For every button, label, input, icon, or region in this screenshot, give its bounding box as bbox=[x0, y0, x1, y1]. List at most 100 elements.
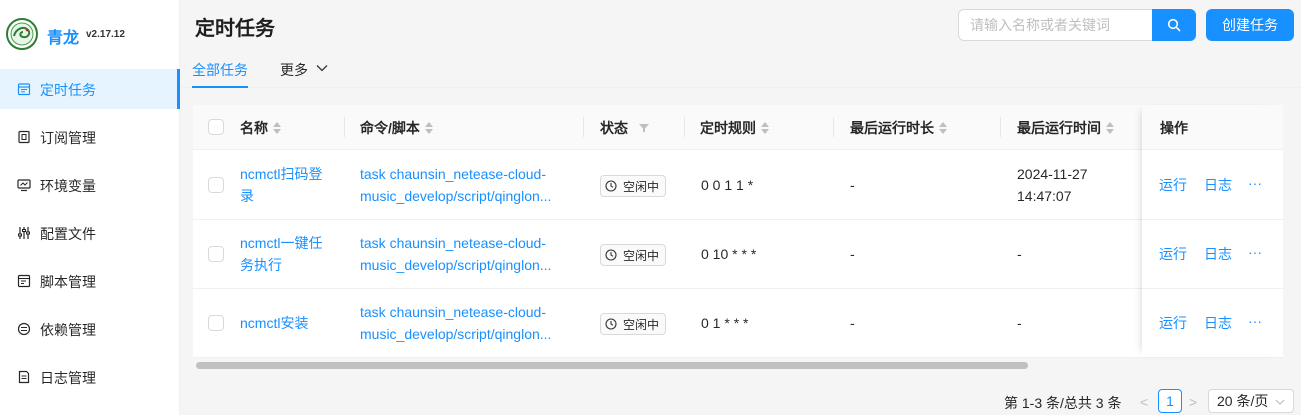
page-title: 定时任务 bbox=[195, 18, 275, 40]
column-header-label: 命令/脚本 bbox=[360, 119, 420, 136]
column-divider bbox=[684, 117, 685, 137]
column-header-label: 名称 bbox=[240, 119, 268, 136]
chevron-down-icon bbox=[1275, 399, 1285, 405]
column-divider bbox=[833, 117, 834, 137]
sort-icon[interactable] bbox=[273, 121, 281, 134]
sliders-icon bbox=[18, 227, 30, 239]
status-badge: 空闲中 bbox=[600, 313, 667, 335]
sidebar-item-label: 环境变量 bbox=[40, 178, 96, 194]
table-header: 名称 命令/脚本 状态 定时规则 最后运行时长 最后运行时间 操作 bbox=[193, 105, 1283, 150]
search-button[interactable] bbox=[1152, 9, 1196, 41]
last-time-line: 14:47:07 bbox=[1017, 188, 1072, 204]
brand[interactable]: 青龙 v2.17.12 bbox=[0, 0, 180, 68]
task-name-line: ncmctl一键任 bbox=[240, 235, 323, 251]
last-time-value: - bbox=[1017, 312, 1022, 334]
command-line: music_develop/script/qinglon... bbox=[360, 257, 552, 273]
status-badge: 空闲中 bbox=[600, 175, 667, 197]
last-time-line: - bbox=[1017, 246, 1022, 262]
tab-all-tasks[interactable]: 全部任务 bbox=[192, 60, 248, 80]
column-header-label: 状态 bbox=[600, 119, 628, 136]
brand-name: 青龙 bbox=[47, 30, 80, 47]
tab-more-label: 更多 bbox=[280, 62, 308, 78]
task-command-link[interactable]: task chaunsin_netease-cloud- music_devel… bbox=[360, 232, 565, 276]
task-name-link[interactable]: ncmctl安装 bbox=[240, 312, 340, 334]
command-line: task chaunsin_netease-cloud- bbox=[360, 166, 547, 182]
column-divider bbox=[583, 117, 584, 137]
task-command-link[interactable]: task chaunsin_netease-cloud- music_devel… bbox=[360, 163, 565, 207]
command-line: task chaunsin_netease-cloud- bbox=[360, 304, 547, 320]
search-input[interactable] bbox=[958, 9, 1152, 41]
task-name-link[interactable]: ncmctl一键任 务执行 bbox=[240, 232, 340, 276]
page-size-value: 20 条/页 bbox=[1217, 393, 1269, 409]
sidebar-item-label: 依赖管理 bbox=[40, 322, 96, 338]
sidebar: 青龙 v2.17.12 定时任务 订阅管理 环境变量 配置文件 脚本管理 依赖管… bbox=[0, 0, 180, 415]
qinglong-logo-icon bbox=[6, 18, 38, 50]
column-header-command[interactable]: 命令/脚本 bbox=[344, 105, 433, 150]
task-name-line: 录 bbox=[240, 188, 254, 204]
row-checkbox[interactable] bbox=[208, 246, 224, 262]
dependency-icon bbox=[17, 322, 31, 336]
last-duration-value: - bbox=[850, 177, 855, 193]
log-icon bbox=[18, 370, 30, 384]
task-table: 名称 命令/脚本 状态 定时规则 最后运行时长 最后运行时间 操作 ncmctl… bbox=[193, 105, 1283, 369]
column-header-last-time[interactable]: 最后运行时间 bbox=[1000, 105, 1114, 150]
column-header-schedule[interactable]: 定时规则 bbox=[684, 105, 769, 150]
status-text: 空闲中 bbox=[623, 317, 660, 332]
last-duration-value: - bbox=[850, 315, 855, 331]
sidebar-item-label: 脚本管理 bbox=[40, 274, 96, 290]
search-icon bbox=[1167, 18, 1181, 32]
pagination-next-button[interactable]: > bbox=[1189, 394, 1197, 410]
sort-icon[interactable] bbox=[939, 121, 947, 134]
column-header-last-duration[interactable]: 最后运行时长 bbox=[833, 105, 947, 150]
pagination-total: 第 1-3 条/总共 3 条 bbox=[1004, 395, 1122, 411]
create-task-button[interactable]: 创建任务 bbox=[1206, 9, 1294, 41]
clock-icon bbox=[605, 249, 617, 261]
monitor-icon bbox=[17, 179, 31, 192]
sort-icon[interactable] bbox=[761, 121, 769, 134]
sidebar-item-env[interactable]: 环境变量 bbox=[0, 165, 180, 205]
task-name-line: ncmctl扫码登 bbox=[240, 166, 323, 182]
pagination-page-1[interactable]: 1 bbox=[1158, 389, 1182, 413]
sidebar-item-config[interactable]: 配置文件 bbox=[0, 213, 180, 253]
scrollbar-thumb[interactable] bbox=[196, 362, 1028, 369]
sidebar-item-subscription[interactable]: 订阅管理 bbox=[0, 117, 180, 157]
last-time-value: - bbox=[1017, 243, 1022, 265]
tab-bar: 全部任务 更多 bbox=[180, 52, 1301, 88]
sort-icon[interactable] bbox=[1106, 121, 1114, 134]
task-name-link[interactable]: ncmctl扫码登 录 bbox=[240, 163, 340, 207]
sort-icon[interactable] bbox=[424, 121, 433, 134]
last-time-line: 2024-11-27 bbox=[1017, 166, 1088, 182]
row-checkbox[interactable] bbox=[208, 315, 224, 331]
column-header-label: 定时规则 bbox=[700, 119, 756, 136]
tab-more[interactable]: 更多 bbox=[280, 60, 328, 80]
column-header-name[interactable]: 名称 bbox=[240, 105, 281, 150]
command-line: music_develop/script/qinglon... bbox=[360, 326, 552, 342]
filter-icon[interactable] bbox=[638, 122, 650, 134]
last-time-line: - bbox=[1017, 315, 1022, 331]
table-row: ncmctl一键任 务执行 task chaunsin_netease-clou… bbox=[193, 220, 1283, 289]
sidebar-item-dependencies[interactable]: 依赖管理 bbox=[0, 309, 180, 349]
command-line: music_develop/script/qinglon... bbox=[360, 188, 552, 204]
row-checkbox[interactable] bbox=[208, 177, 224, 193]
pagination-prev-button[interactable]: < bbox=[1140, 394, 1148, 410]
column-divider bbox=[344, 117, 345, 137]
task-command-link[interactable]: task chaunsin_netease-cloud- music_devel… bbox=[360, 301, 565, 345]
sidebar-item-crontab[interactable]: 定时任务 bbox=[0, 69, 180, 109]
task-name-line: 务执行 bbox=[240, 257, 282, 273]
sidebar-item-label: 日志管理 bbox=[40, 370, 96, 386]
command-line: task chaunsin_netease-cloud- bbox=[360, 235, 547, 251]
fixed-actions-column bbox=[1142, 105, 1283, 357]
tab-active-indicator bbox=[192, 86, 248, 88]
clock-icon bbox=[605, 180, 617, 192]
page-size-select[interactable]: 20 条/页 bbox=[1208, 389, 1294, 413]
sidebar-item-logs[interactable]: 日志管理 bbox=[0, 357, 180, 397]
horizontal-scrollbar[interactable] bbox=[193, 360, 1283, 370]
select-all-checkbox[interactable] bbox=[208, 119, 224, 135]
last-time-value: 2024-11-27 14:47:07 bbox=[1017, 163, 1088, 207]
clock-icon bbox=[605, 318, 617, 330]
column-header-label: 最后运行时间 bbox=[1017, 119, 1101, 136]
schedule-value: 0 10 * * * bbox=[701, 246, 757, 262]
status-text: 空闲中 bbox=[623, 179, 660, 194]
sidebar-item-scripts[interactable]: 脚本管理 bbox=[0, 261, 180, 301]
column-header-status[interactable]: 状态 bbox=[583, 105, 650, 150]
